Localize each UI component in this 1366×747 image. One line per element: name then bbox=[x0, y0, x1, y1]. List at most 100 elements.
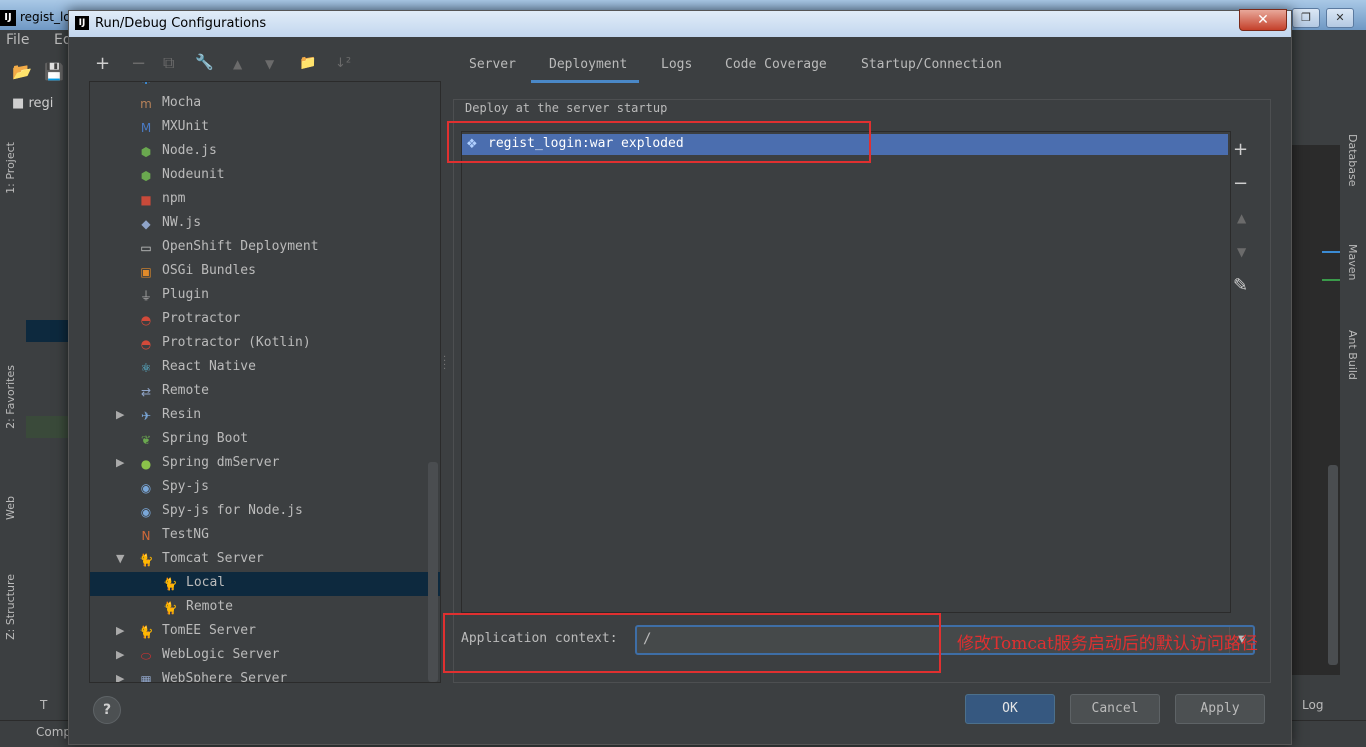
tree-item[interactable]: ▶ ● Spring dmServer bbox=[90, 452, 440, 476]
tree-item[interactable]: ⏚ Plugin bbox=[90, 284, 440, 308]
chevron-down-icon[interactable]: ▼ bbox=[116, 552, 124, 565]
project-highlight-row bbox=[26, 416, 68, 438]
tree-item[interactable]: ◉ Spy-js for Node.js bbox=[90, 500, 440, 524]
project-crumb[interactable]: ■ regi bbox=[12, 96, 53, 111]
tree-item[interactable]: ▼ 🐈 Tomcat Server bbox=[90, 548, 440, 572]
dialog-title: Run/Debug Configurations bbox=[95, 16, 267, 31]
sort-icon[interactable]: ↓² bbox=[335, 56, 351, 71]
tab-logs[interactable]: Logs bbox=[661, 57, 692, 72]
menu-file[interactable]: File bbox=[6, 32, 29, 48]
tree-item[interactable]: ⬢ Nodeunit bbox=[90, 164, 440, 188]
wrench-icon[interactable]: 🔧 bbox=[195, 53, 214, 71]
tree-item[interactable]: ▣ OSGi Bundles bbox=[90, 260, 440, 284]
maximize-icon[interactable]: ❐ bbox=[1292, 8, 1320, 28]
copy-icon[interactable]: ⧉ bbox=[163, 53, 174, 73]
tab-code-coverage[interactable]: Code Coverage bbox=[725, 57, 827, 72]
add-artifact-button[interactable]: + bbox=[1233, 139, 1248, 160]
tree-item[interactable]: 🐈 Remote bbox=[90, 596, 440, 620]
tree-item-label: NW.js bbox=[162, 215, 202, 230]
tree-item-label: Protractor bbox=[162, 311, 241, 326]
tree-item-label: Spy-js bbox=[162, 479, 209, 494]
tree-toolbar: + − ⧉ 🔧 ▲ ▼ 📁 ↓² bbox=[89, 49, 449, 79]
editor-area bbox=[1290, 145, 1340, 675]
tree-item-label: React Native bbox=[162, 359, 256, 374]
move-up-icon[interactable]: ▲ bbox=[1237, 211, 1246, 225]
tab-startup-connection[interactable]: Startup/Connection bbox=[861, 57, 1002, 72]
tree-item[interactable]: ◓ Protractor bbox=[90, 308, 440, 332]
close-icon[interactable]: ✕ bbox=[1326, 8, 1354, 28]
tree-item-label: WebLogic Server bbox=[162, 647, 280, 662]
left-tool-strip: 1: Project 2: Favorites Web Z: Structure bbox=[0, 120, 27, 690]
tree-item[interactable]: ⬢ Node.js bbox=[90, 140, 440, 164]
tab-maven[interactable]: Maven bbox=[1346, 244, 1359, 280]
tree-item-label: MXUnit bbox=[162, 119, 209, 134]
chevron-right-icon[interactable]: ▶ bbox=[116, 456, 124, 469]
tree-scrollbar[interactable] bbox=[428, 462, 438, 682]
remove-icon[interactable]: − bbox=[131, 53, 146, 74]
splitter-handle[interactable]: · · · · bbox=[443, 353, 446, 375]
openshift-icon: ▭ bbox=[140, 241, 152, 255]
project-crumb-label: regi bbox=[28, 96, 54, 111]
bottom-tab-terminal[interactable]: T bbox=[40, 698, 47, 712]
move-down-icon[interactable]: ▼ bbox=[1237, 245, 1246, 259]
folder-icon[interactable]: 📁 bbox=[299, 55, 316, 71]
chevron-right-icon[interactable]: ▶ bbox=[116, 672, 124, 682]
tab-server[interactable]: Server bbox=[469, 57, 516, 72]
tree-item[interactable]: m Mocha bbox=[90, 92, 440, 116]
tree-item-label: TestNG bbox=[162, 527, 209, 542]
tree-item[interactable]: ■ npm bbox=[90, 188, 440, 212]
testng-icon: N bbox=[141, 529, 151, 543]
tree-item[interactable]: ❦ Spring Boot bbox=[90, 428, 440, 452]
chevron-right-icon[interactable]: ▶ bbox=[116, 408, 124, 421]
tree-item[interactable]: M MXUnit bbox=[90, 116, 440, 140]
tree-item[interactable]: ▶ ⬭ WebLogic Server bbox=[90, 644, 440, 668]
ok-button[interactable]: OK bbox=[965, 694, 1055, 724]
tree-item[interactable]: ◆ NW.js bbox=[90, 212, 440, 236]
tab-web[interactable]: Web bbox=[4, 496, 17, 520]
tree-item[interactable]: ▶ ▦ WebSphere Server bbox=[90, 668, 440, 683]
tree-item[interactable]: ◉ Spy-js bbox=[90, 476, 440, 500]
move-down-icon[interactable]: ▼ bbox=[265, 57, 274, 71]
tree-item[interactable]: ▭ OpenShift Deployment bbox=[90, 236, 440, 260]
cancel-button[interactable]: Cancel bbox=[1070, 694, 1160, 724]
bottom-tab-log[interactable]: Log bbox=[1302, 698, 1323, 712]
annotation-box-context bbox=[443, 613, 941, 673]
tab-favorites[interactable]: 2: Favorites bbox=[4, 365, 17, 429]
edit-artifact-icon[interactable]: ✎ bbox=[1233, 275, 1248, 296]
nodejs-icon: ⬢ bbox=[140, 145, 152, 159]
tree-item[interactable]: ⚛ React Native bbox=[90, 356, 440, 380]
help-button[interactable]: ? bbox=[93, 696, 121, 724]
spyjs-node-icon: ◉ bbox=[140, 505, 152, 519]
tree-item[interactable]: ▶ 🐈 TomEE Server bbox=[90, 620, 440, 644]
move-up-icon[interactable]: ▲ bbox=[233, 57, 242, 71]
tree-item-label: Remote bbox=[186, 599, 233, 614]
tab-ant-build[interactable]: Ant Build bbox=[1346, 330, 1359, 380]
open-folder-icon[interactable]: 📂 bbox=[12, 62, 32, 81]
save-icon[interactable]: 💾 bbox=[44, 62, 64, 81]
tab-database[interactable]: Database bbox=[1346, 134, 1359, 187]
dialog-titlebar: IJ Run/Debug Configurations ✕ bbox=[69, 9, 1291, 37]
remove-artifact-button[interactable]: − bbox=[1233, 173, 1248, 194]
tab-deployment[interactable]: Deployment bbox=[549, 57, 627, 72]
dialog-close-button[interactable]: ✕ bbox=[1239, 9, 1287, 31]
editor-scrollbar[interactable] bbox=[1328, 465, 1338, 665]
tree-item[interactable]: ▶ ✈ Resin bbox=[90, 404, 440, 428]
protractor-icon: ◓ bbox=[140, 313, 152, 327]
apply-button[interactable]: Apply bbox=[1175, 694, 1265, 724]
chevron-right-icon[interactable]: ▶ bbox=[116, 624, 124, 637]
tab-project[interactable]: 1: Project bbox=[4, 142, 17, 194]
tree-item[interactable]: N TestNG bbox=[90, 524, 440, 548]
chevron-right-icon[interactable]: ▶ bbox=[116, 648, 124, 661]
tree-item-label: WebSphere Server bbox=[162, 671, 288, 683]
editor-marker-blue bbox=[1322, 251, 1340, 253]
annotation-text: 修改Tomcat服务启动后的默认访问路径 bbox=[957, 634, 1258, 654]
tree-item[interactable]: 🐈 Local bbox=[90, 572, 440, 596]
add-icon[interactable]: + bbox=[95, 53, 110, 74]
tab-structure[interactable]: Z: Structure bbox=[4, 574, 17, 640]
intellij-logo-icon: IJ bbox=[75, 16, 89, 30]
project-panel bbox=[26, 120, 68, 690]
tree-item-label: Protractor (Kotlin) bbox=[162, 335, 311, 350]
tree-item[interactable]: ⇄ Remote bbox=[90, 380, 440, 404]
tree-item[interactable]: ◓ Protractor (Kotlin) bbox=[90, 332, 440, 356]
tree-item[interactable]: ✱ Maven bbox=[90, 82, 440, 92]
